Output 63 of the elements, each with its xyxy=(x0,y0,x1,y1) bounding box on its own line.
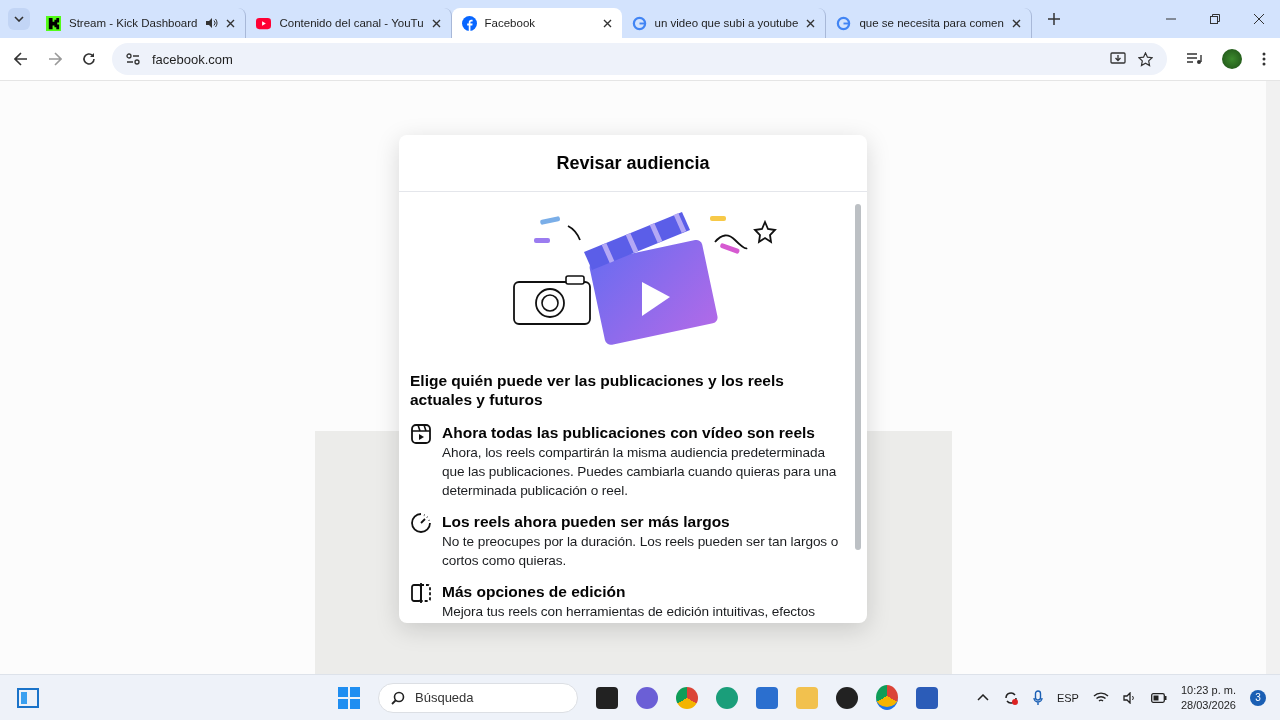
speaker-icon[interactable] xyxy=(1122,691,1137,704)
reel-icon xyxy=(410,423,432,445)
google-logo-icon xyxy=(631,15,647,31)
feature-description: Mejora tus reels con herramientas de edición intuitivas, efectos xyxy=(442,603,815,621)
media-queue-icon[interactable] xyxy=(1187,53,1202,65)
star-icon[interactable] xyxy=(1138,51,1153,67)
scrollbar-thumb[interactable] xyxy=(855,204,861,550)
microphone-icon[interactable] xyxy=(1032,689,1043,706)
tab-title: Stream - Kick Dashboard xyxy=(69,17,198,29)
play-logo-icon xyxy=(256,15,272,31)
close-icon[interactable] xyxy=(602,18,612,28)
taskbar-app-icon[interactable] xyxy=(836,686,858,709)
tab-list-button[interactable] xyxy=(8,8,30,30)
browser-tab[interactable]: Facebook xyxy=(451,8,622,38)
feature-description: No te preocupes por la duración. Los reels pueden ser tan largos o cortos como quieras. xyxy=(442,533,840,570)
close-icon[interactable] xyxy=(1011,18,1021,28)
language-indicator[interactable]: ESP xyxy=(1056,691,1079,704)
dialog-title: Revisar audiencia xyxy=(556,152,710,174)
feature-title: Más opciones de edición xyxy=(442,582,627,601)
feature-title: Ahora todas las publicaciones con vídeo son reels xyxy=(442,423,816,442)
feature-title: Los reels ahora pueden ser más largos xyxy=(442,512,731,531)
timer-icon xyxy=(410,512,432,534)
sync-icon[interactable] xyxy=(1002,689,1019,706)
tab-title: que se necesita para comen xyxy=(859,17,1004,29)
battery-icon[interactable] xyxy=(1150,692,1167,703)
address-bar[interactable]: facebook.com xyxy=(112,43,1167,75)
install-app-icon[interactable] xyxy=(1110,52,1126,66)
feature-description: Ahora, los reels compartirán la misma audiencia predeterminada que las publicaciones. Puedes cambiarla cuando quieras para una determinada publicación o reel. xyxy=(442,444,838,500)
forward-arrow-icon[interactable] xyxy=(48,52,62,66)
facebook-logo-icon xyxy=(461,15,477,31)
tab-title: Facebook xyxy=(484,17,537,29)
search-placeholder: Búsqueda xyxy=(415,690,474,705)
tab-title: Contenido del canal - YouTu xyxy=(279,17,424,29)
chevron-up-icon[interactable] xyxy=(976,694,989,701)
dialog-heading: Elige quién puede ver las publicaciones y los reels actuales y futuros xyxy=(410,371,785,409)
back-arrow-icon[interactable] xyxy=(14,52,28,66)
tab-title: un video que subi a youtube xyxy=(654,17,799,29)
taskbar-search-field[interactable]: Búsqueda xyxy=(378,682,578,713)
clock-date[interactable]: 28/03/2026 xyxy=(1180,697,1236,713)
close-icon[interactable] xyxy=(226,18,236,28)
new-tab-icon[interactable] xyxy=(1047,13,1060,25)
profile-avatar[interactable] xyxy=(1222,49,1242,69)
site-settings-icon[interactable] xyxy=(126,53,140,65)
chevron-down-icon xyxy=(14,16,24,22)
url-text: facebook.com xyxy=(152,51,233,67)
google-logo-icon xyxy=(836,15,852,31)
more-vertical-icon[interactable] xyxy=(1262,52,1266,66)
speaker-icon xyxy=(205,17,219,29)
windows-start-icon[interactable] xyxy=(338,686,360,709)
close-icon[interactable] xyxy=(431,18,441,28)
page-scrollbar[interactable] xyxy=(1266,81,1280,674)
split-panel-icon xyxy=(410,582,432,604)
k-logo-icon xyxy=(46,15,61,31)
notification-badge[interactable]: 3 xyxy=(1250,689,1266,706)
close-icon[interactable] xyxy=(1254,14,1264,24)
taskbar-app-icon[interactable] xyxy=(596,686,618,709)
reload-icon[interactable] xyxy=(82,52,96,66)
close-icon[interactable] xyxy=(806,18,816,28)
clock-time[interactable]: 10:23 p. m. xyxy=(1180,682,1236,698)
search-icon xyxy=(391,690,405,705)
wifi-icon[interactable] xyxy=(1092,691,1109,704)
widgets-icon[interactable] xyxy=(17,687,39,708)
restore-icon[interactable] xyxy=(1210,14,1220,24)
